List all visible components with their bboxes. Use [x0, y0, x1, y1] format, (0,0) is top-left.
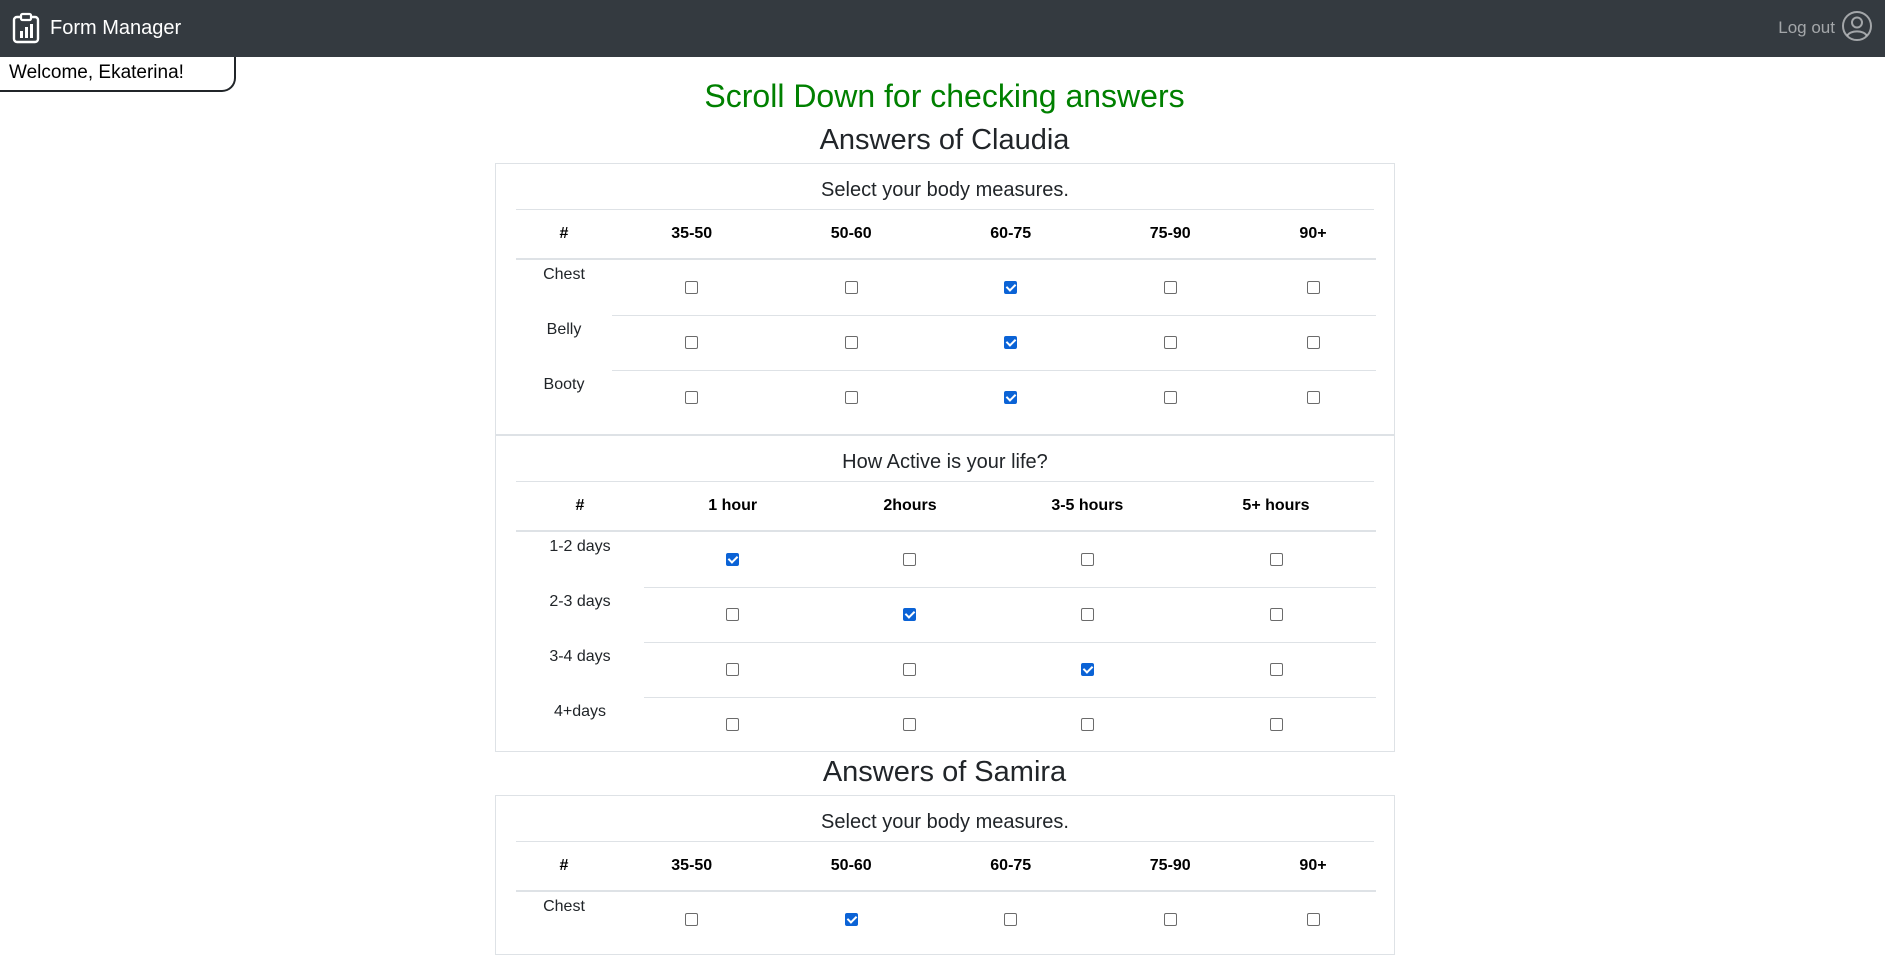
column-header: 60-75: [931, 210, 1091, 260]
answer-checkbox[interactable]: [1004, 912, 1018, 926]
answer-checkbox[interactable]: [1080, 662, 1094, 676]
answer-checkbox[interactable]: [726, 662, 740, 676]
answers-card-samira: Select your body measures. # 35-50 50-60…: [495, 795, 1395, 955]
question-activity: How Active is your life? # 1 hour 2hours…: [496, 434, 1394, 752]
answer-checkbox[interactable]: [1080, 718, 1094, 732]
answer-checkbox[interactable]: [1080, 552, 1094, 566]
brand-link[interactable]: Form Manager: [12, 12, 181, 44]
grid-header-row: # 35-50 50-60 60-75 75-90 90+: [516, 842, 1376, 892]
answer-checkbox[interactable]: [844, 280, 858, 294]
answer-checkbox[interactable]: [726, 552, 740, 566]
answer-checkbox[interactable]: [1004, 280, 1018, 294]
brand-label: Form Manager: [50, 16, 182, 39]
column-header: 75-90: [1090, 842, 1250, 892]
answer-checkbox[interactable]: [1004, 335, 1018, 349]
question-title: How Active is your life?: [516, 436, 1374, 482]
column-header: 1 hour: [644, 482, 822, 532]
row-label: Belly: [546, 321, 582, 338]
answer-checkbox[interactable]: [1269, 607, 1283, 621]
answer-checkbox[interactable]: [1306, 912, 1320, 926]
answer-checkbox[interactable]: [903, 607, 917, 621]
answer-checkbox[interactable]: [685, 335, 699, 349]
answer-checkbox[interactable]: [1080, 607, 1094, 621]
user-circle-icon: [1841, 10, 1873, 47]
row-label: 1-2 days: [549, 538, 611, 555]
grid-corner: #: [516, 842, 612, 892]
logout-label: Log out: [1778, 18, 1835, 37]
answer-checkbox[interactable]: [903, 662, 917, 676]
answer-checkbox[interactable]: [1269, 718, 1283, 732]
column-header: 50-60: [771, 210, 931, 260]
answer-checkbox[interactable]: [903, 552, 917, 566]
answer-checkbox[interactable]: [1306, 280, 1320, 294]
answers-card-claudia: Select your body measures. # 35-50 50-60…: [495, 163, 1395, 752]
question-title: Select your body measures.: [516, 164, 1374, 210]
row-label: 2-3 days: [549, 593, 611, 610]
page-title: Scroll Down for checking answers: [704, 78, 1185, 114]
answer-checkbox[interactable]: [844, 335, 858, 349]
answer-checkbox[interactable]: [903, 718, 917, 732]
answer-checkbox[interactable]: [844, 391, 858, 405]
column-header: 50-60: [771, 842, 931, 892]
row-label: Chest: [543, 266, 585, 283]
answers-heading-claudia: Answers of Claudia: [819, 124, 1070, 156]
answer-checkbox[interactable]: [1163, 912, 1177, 926]
column-header: 60-75: [931, 842, 1091, 892]
grid-row: Booty: [516, 369, 1376, 425]
grid-row: Belly: [516, 314, 1376, 370]
grid-row: 2-3 days: [516, 586, 1376, 642]
clipboard-chart-icon: [12, 12, 40, 44]
grid-row: 1-2 days: [516, 531, 1376, 587]
grid-header-row: # 35-50 50-60 60-75 75-90 90+: [516, 210, 1376, 260]
grid-corner: #: [516, 210, 612, 260]
answer-grid: # 35-50 50-60 60-75 75-90 90+ Chest: [516, 842, 1376, 947]
row-label: 3-4 days: [549, 648, 611, 665]
column-header: 2hours: [821, 482, 999, 532]
logout-link[interactable]: Log out: [1778, 10, 1873, 46]
column-header: 3-5 hours: [998, 482, 1176, 532]
column-header: 5+ hours: [1176, 482, 1376, 532]
column-header: 90+: [1250, 210, 1376, 260]
grid-row: 4+days: [516, 696, 1376, 752]
column-header: 35-50: [612, 210, 772, 260]
question-title: Select your body measures.: [516, 796, 1374, 842]
answer-checkbox[interactable]: [726, 607, 740, 621]
question-body-measures: Select your body measures. # 35-50 50-60…: [496, 796, 1394, 947]
grid-header-row: # 1 hour 2hours 3-5 hours 5+ hours: [516, 482, 1376, 532]
answer-checkbox[interactable]: [1004, 391, 1018, 405]
answers-heading-samira: Answers of Samira: [822, 756, 1067, 788]
column-header: 90+: [1250, 842, 1376, 892]
answer-checkbox[interactable]: [1163, 391, 1177, 405]
answer-grid: # 1 hour 2hours 3-5 hours 5+ hours 1-2 d…: [516, 482, 1376, 752]
answer-checkbox[interactable]: [1306, 391, 1320, 405]
column-header: 75-90: [1090, 210, 1250, 260]
grid-row: 3-4 days: [516, 641, 1376, 697]
row-label: 4+days: [553, 703, 607, 720]
answer-grid: # 35-50 50-60 60-75 75-90 90+ Chest: [516, 210, 1376, 425]
row-label: Chest: [543, 898, 585, 915]
grid-row: Chest: [516, 891, 1376, 947]
grid-row: Chest: [516, 259, 1376, 315]
answer-checkbox[interactable]: [1269, 552, 1283, 566]
answer-checkbox[interactable]: [1269, 662, 1283, 676]
answer-checkbox[interactable]: [1163, 335, 1177, 349]
navbar: Form Manager Log out: [0, 0, 1885, 57]
answer-checkbox[interactable]: [844, 912, 858, 926]
row-label: Booty: [543, 376, 585, 393]
answer-checkbox[interactable]: [685, 912, 699, 926]
grid-corner: #: [516, 482, 644, 532]
column-header: 35-50: [612, 842, 772, 892]
answer-checkbox[interactable]: [685, 280, 699, 294]
answer-checkbox[interactable]: [726, 718, 740, 732]
question-body-measures: Select your body measures. # 35-50 50-60…: [496, 164, 1394, 434]
answer-checkbox[interactable]: [1163, 280, 1177, 294]
answer-checkbox[interactable]: [685, 391, 699, 405]
answer-checkbox[interactable]: [1306, 335, 1320, 349]
